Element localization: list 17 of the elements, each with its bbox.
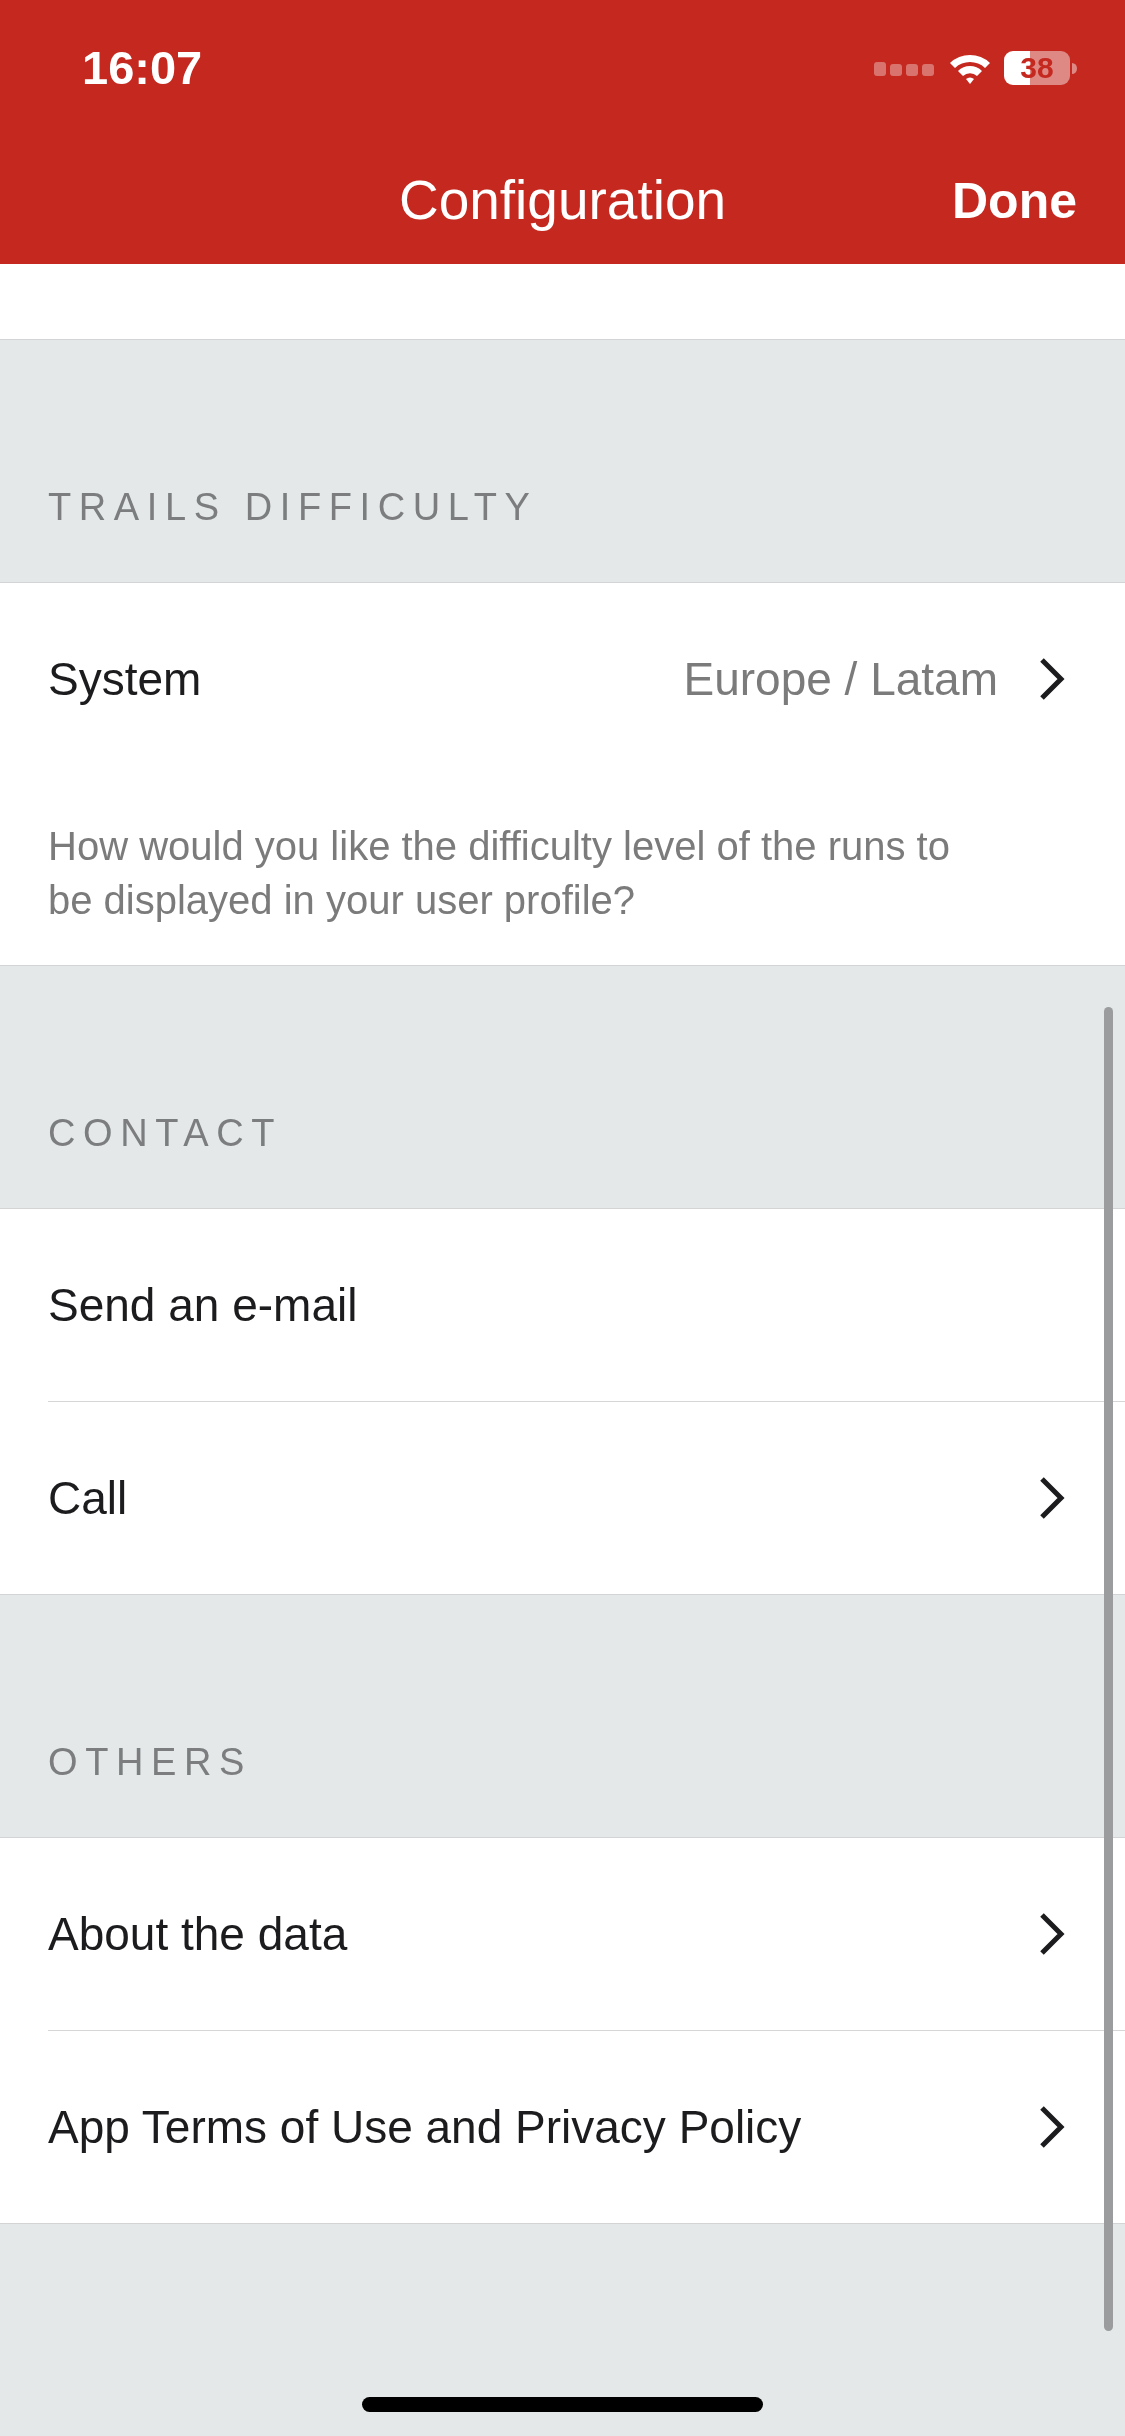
list-row[interactable]	[0, 264, 1125, 340]
navigation-title: Configuration	[398, 167, 727, 233]
status-time: 16:07	[82, 39, 203, 96]
row-label: System	[48, 651, 202, 707]
row-label: Call	[48, 1470, 128, 1526]
section-header: CONTACT	[48, 1111, 283, 1156]
done-button[interactable]: Done	[952, 164, 1077, 239]
scrollbar[interactable]	[1104, 1007, 1113, 2331]
section-header: TRAILS DIFFICULTY	[48, 485, 538, 530]
section-header: OTHERS	[48, 1740, 252, 1785]
battery-tip-icon	[1072, 62, 1077, 74]
row-value: Europe / Latam	[683, 651, 998, 707]
row-label: Send an e-mail	[48, 1277, 358, 1333]
footer-text: How would you like the difficulty level of the runs to be displayed in your user profile?	[47, 823, 951, 924]
signal-icon	[874, 60, 936, 76]
row-label: App Terms of Use and Privacy Policy	[48, 2099, 802, 2155]
row-label: About the data	[48, 1906, 348, 1962]
